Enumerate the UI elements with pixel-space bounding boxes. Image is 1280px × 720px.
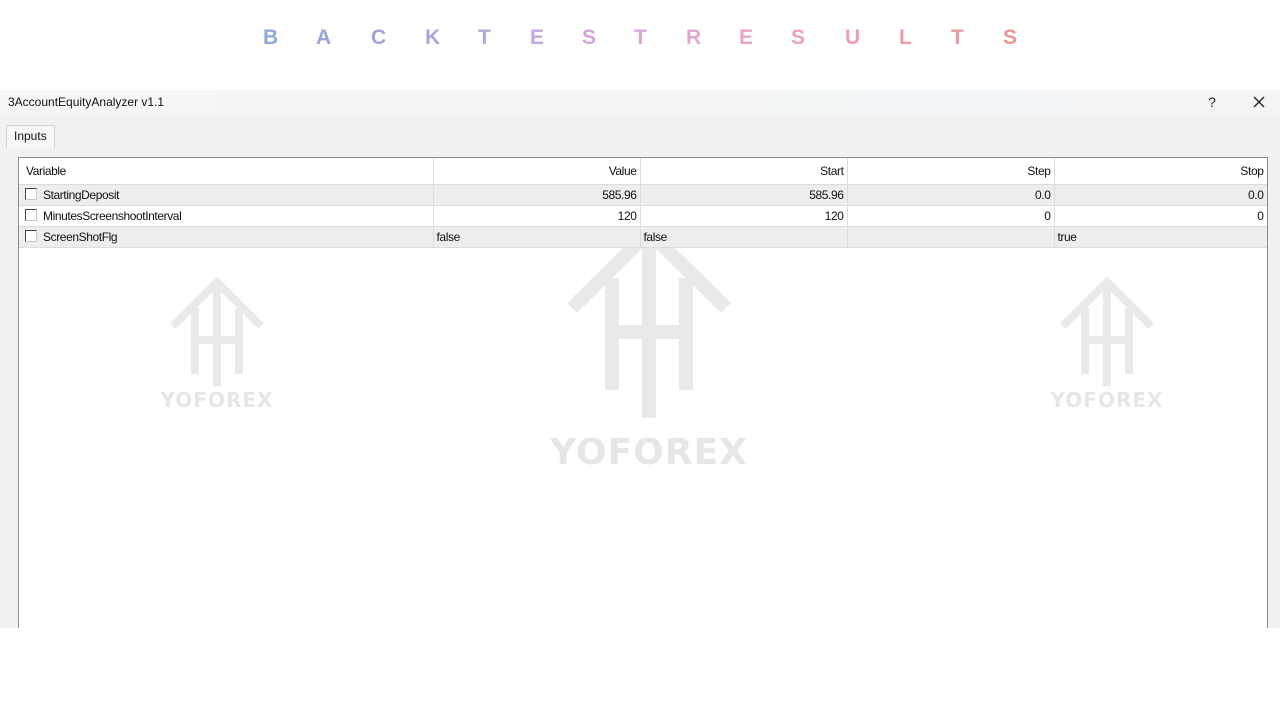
column-header-stop[interactable]: Stop	[1054, 158, 1267, 185]
properties-dialog: 3AccountEquityAnalyzer v1.1 ? Inputs YOF…	[0, 90, 1280, 628]
banner-letter: C	[371, 26, 387, 49]
variable-cell: StartingDeposit	[19, 184, 434, 206]
banner-letter: T	[634, 26, 647, 49]
table-row[interactable]: ScreenShotFlg false false true	[19, 226, 1267, 248]
step-cell[interactable]	[847, 226, 1055, 248]
banner-letter: K	[425, 26, 441, 49]
banner-letter: S	[791, 26, 806, 49]
watermark-text: YOFOREX	[160, 388, 274, 412]
variable-cell: ScreenShotFlg	[19, 226, 434, 248]
start-cell[interactable]: false	[640, 226, 848, 248]
watermark-logo-icon	[1060, 276, 1154, 386]
tab-strip: Inputs	[0, 116, 1280, 148]
banner-letter: T	[478, 26, 491, 49]
close-icon	[1253, 96, 1265, 108]
banner-letter: E	[530, 26, 545, 49]
banner-letter: S	[1003, 26, 1018, 49]
watermark-text: YOFOREX	[1050, 388, 1164, 412]
variable-cell: MinutesScreenshootInterval	[19, 205, 434, 227]
variable-name: ScreenShotFlg	[43, 230, 118, 244]
table-row[interactable]: StartingDeposit 585.96 585.96 0.0 0.0	[19, 184, 1267, 206]
inputs-panel: YOFOREX YOFOREX YOFOREX Variable Value S…	[0, 148, 1280, 628]
optimize-checkbox[interactable]	[25, 209, 37, 221]
table-row[interactable]: MinutesScreenshootInterval 120 120 0 0	[19, 205, 1267, 227]
variable-name: MinutesScreenshootInterval	[43, 209, 182, 223]
watermark-text: YOFOREX	[550, 432, 748, 473]
stop-cell[interactable]: 0.0	[1054, 184, 1267, 206]
banner-letter: B	[263, 26, 279, 49]
banner-letter: S	[582, 26, 597, 49]
variable-name: StartingDeposit	[43, 188, 120, 202]
close-button[interactable]	[1248, 93, 1270, 113]
step-cell[interactable]: 0.0	[847, 184, 1055, 206]
inputs-grid[interactable]: YOFOREX YOFOREX YOFOREX Variable Value S…	[18, 157, 1268, 628]
title-bar[interactable]: 3AccountEquityAnalyzer v1.1 ?	[0, 90, 1280, 116]
tab-inputs[interactable]: Inputs	[6, 125, 55, 148]
start-cell[interactable]: 120	[640, 205, 848, 227]
banner-letter: L	[899, 26, 912, 49]
stop-cell[interactable]: true	[1054, 226, 1267, 248]
step-cell[interactable]: 0	[847, 205, 1055, 227]
watermark-logo-icon	[170, 276, 264, 386]
stop-cell[interactable]: 0	[1054, 205, 1267, 227]
inputs-table: Variable Value Start Step Stop StartingD…	[19, 158, 1267, 248]
value-cell[interactable]: false	[433, 226, 641, 248]
value-cell[interactable]: 585.96	[433, 184, 641, 206]
optimize-checkbox[interactable]	[25, 230, 37, 242]
optimize-checkbox[interactable]	[25, 188, 37, 200]
start-cell[interactable]: 585.96	[640, 184, 848, 206]
banner-letter: U	[845, 26, 861, 49]
column-header-start[interactable]: Start	[640, 158, 848, 185]
help-button[interactable]: ?	[1202, 93, 1222, 113]
watermark-logo-icon	[567, 222, 731, 418]
column-header-variable[interactable]: Variable	[19, 158, 434, 185]
value-cell[interactable]: 120	[433, 205, 641, 227]
column-header-value[interactable]: Value	[433, 158, 641, 185]
window-title: 3AccountEquityAnalyzer v1.1	[8, 95, 165, 109]
banner-letter: T	[951, 26, 964, 49]
column-header-step[interactable]: Step	[847, 158, 1055, 185]
banner-letter: A	[316, 26, 332, 49]
banner-letter: E	[739, 26, 754, 49]
banner-letter: R	[686, 26, 702, 49]
table-header-row: Variable Value Start Step Stop	[19, 158, 1267, 185]
backtest-results-banner: B A C K T E S T R E S U L T S	[0, 0, 1280, 80]
